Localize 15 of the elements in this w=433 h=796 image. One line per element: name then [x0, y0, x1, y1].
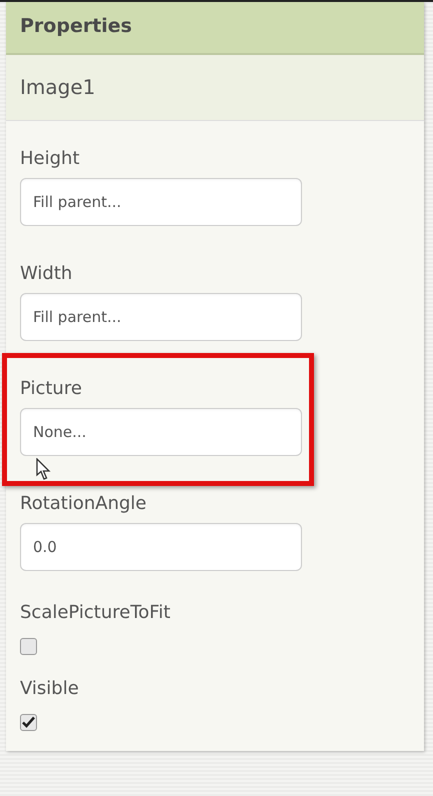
property-label: Visible	[20, 676, 79, 700]
property-label: Width	[20, 262, 72, 286]
component-name: Image1	[6, 54, 424, 120]
checkbox[interactable]	[20, 638, 37, 654]
property-label: Picture	[20, 376, 82, 400]
cursor-icon	[36, 458, 53, 480]
property-field[interactable]: 0.0	[20, 522, 302, 570]
property-label: RotationAngle	[20, 492, 147, 516]
checkbox[interactable]	[20, 714, 37, 730]
panel-title: Properties	[6, 2, 424, 54]
property-field[interactable]: Fill parent...	[20, 178, 302, 226]
property-field[interactable]: Fill parent...	[20, 292, 302, 340]
property-label: ScalePictureToFit	[20, 600, 170, 624]
property-label: Height	[20, 146, 80, 170]
property-field[interactable]: None...	[20, 408, 302, 456]
